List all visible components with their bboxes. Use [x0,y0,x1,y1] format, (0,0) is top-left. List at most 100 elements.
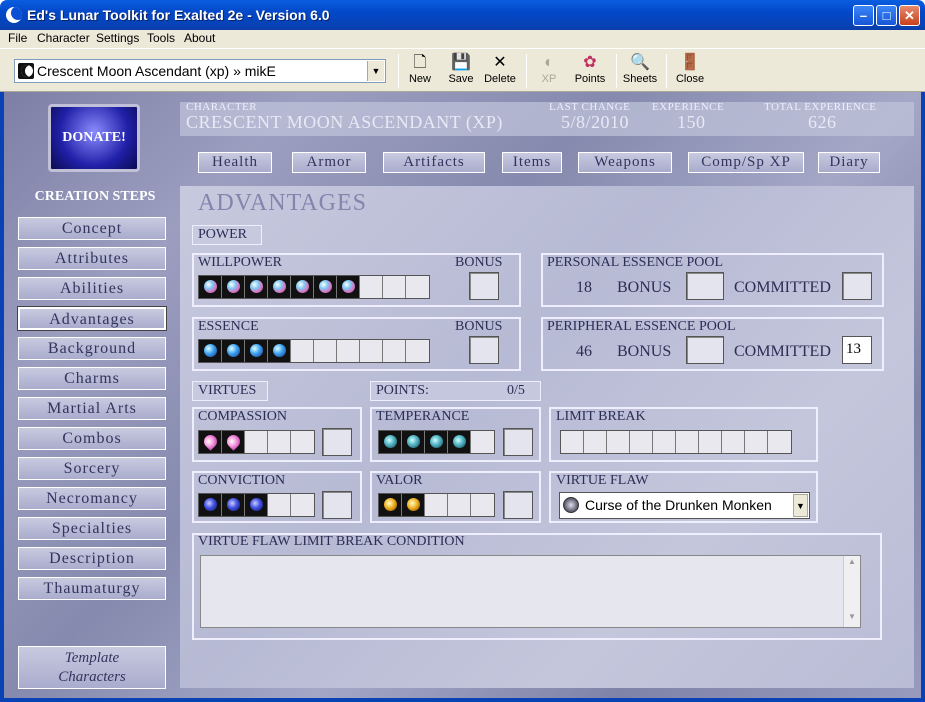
step-thaumaturgy[interactable]: Thaumaturgy [18,577,166,600]
dot-filled[interactable] [199,276,222,298]
menu-about[interactable]: About [184,31,215,45]
dot-empty[interactable] [291,431,314,453]
chevron-down-icon[interactable]: ▼ [367,61,384,81]
menu-settings[interactable]: Settings [96,31,139,45]
dot-empty[interactable] [768,431,791,453]
close-window-button[interactable]: ✕ [899,5,920,26]
dot-filled[interactable] [314,276,337,298]
compassion-extra-field[interactable] [322,428,352,456]
willpower-bonus-field[interactable] [469,272,499,300]
close-button[interactable]: 🚪 Close [674,53,706,89]
step-combos[interactable]: Combos [18,427,166,450]
dot-empty[interactable] [360,276,383,298]
dot-empty[interactable] [471,431,494,453]
dot-empty[interactable] [561,431,584,453]
dot-empty[interactable] [448,494,471,516]
dot-empty[interactable] [653,431,676,453]
dot-empty[interactable] [383,276,406,298]
dot-empty[interactable] [291,340,314,362]
menu-tools[interactable]: Tools [147,31,175,45]
points-button[interactable]: ✿ Points [572,53,608,89]
step-attributes[interactable]: Attributes [18,247,166,270]
dot-filled[interactable] [199,431,222,453]
scroll-up-icon[interactable]: ▲ [845,557,859,571]
dot-empty[interactable] [314,340,337,362]
dot-empty[interactable] [337,340,360,362]
scroll-down-icon[interactable]: ▼ [845,612,859,626]
dot-empty[interactable] [383,340,406,362]
dot-empty[interactable] [245,431,268,453]
conviction-dots[interactable] [198,493,315,517]
dot-empty[interactable] [471,494,494,516]
step-specialties[interactable]: Specialties [18,517,166,540]
dot-filled[interactable] [268,340,291,362]
virtue-flaw-select[interactable]: Curse of the Drunken Monken ▼ [559,492,810,519]
peripheral-committed-field[interactable]: 13 [842,336,872,364]
dot-filled[interactable] [425,431,448,453]
step-background[interactable]: Background [18,337,166,360]
personal-committed-field[interactable] [842,272,872,300]
donate-button[interactable]: DONATE! [48,104,140,172]
step-concept[interactable]: Concept [18,217,166,240]
dot-filled[interactable] [379,431,402,453]
dot-empty[interactable] [722,431,745,453]
valor-dots[interactable] [378,493,495,517]
dot-filled[interactable] [291,276,314,298]
dot-empty[interactable] [607,431,630,453]
save-button[interactable]: 💾 Save [444,53,478,89]
nav-comp-sp-xp[interactable]: Comp/Sp XP [688,152,804,173]
dot-filled[interactable] [268,276,291,298]
dot-filled[interactable] [379,494,402,516]
sheets-button[interactable]: 🔍 Sheets [622,53,658,89]
conviction-extra-field[interactable] [322,491,352,519]
nav-items[interactable]: Items [502,152,562,173]
limit-break-dots[interactable] [560,430,792,454]
dot-empty[interactable] [406,340,429,362]
dot-empty[interactable] [630,431,653,453]
dot-empty[interactable] [699,431,722,453]
dot-empty[interactable] [745,431,768,453]
nav-armor[interactable]: Armor [292,152,366,173]
nav-weapons[interactable]: Weapons [578,152,672,173]
nav-health[interactable]: Health [198,152,272,173]
willpower-dots[interactable] [198,275,430,299]
step-necromancy[interactable]: Necromancy [18,487,166,510]
essence-bonus-field[interactable] [469,336,499,364]
step-charms[interactable]: Charms [18,367,166,390]
template-characters-button[interactable]: Template Characters [18,646,166,689]
dot-empty[interactable] [268,494,291,516]
step-sorcery[interactable]: Sorcery [18,457,166,480]
valor-extra-field[interactable] [503,491,533,519]
dot-filled[interactable] [245,494,268,516]
dot-filled[interactable] [199,494,222,516]
dot-filled[interactable] [402,494,425,516]
maximize-button[interactable]: □ [876,5,897,26]
chevron-down-icon[interactable]: ▼ [793,494,808,517]
menu-character[interactable]: Character [37,31,90,45]
peripheral-bonus-field[interactable] [686,336,724,364]
nav-artifacts[interactable]: Artifacts [383,152,485,173]
dot-filled[interactable] [222,494,245,516]
dot-filled[interactable] [448,431,471,453]
dot-empty[interactable] [291,494,314,516]
new-button[interactable]: 🗋 New [404,53,436,89]
dot-empty[interactable] [360,340,383,362]
delete-button[interactable]: ✕ Delete [482,53,518,89]
dot-filled[interactable] [199,340,222,362]
dot-empty[interactable] [268,431,291,453]
dot-filled[interactable] [245,340,268,362]
dot-filled[interactable] [222,276,245,298]
compassion-dots[interactable] [198,430,315,454]
condition-textarea[interactable]: ▲ ▼ [200,555,861,628]
xp-button[interactable]: ◐ XP [534,53,564,89]
temperance-dots[interactable] [378,430,495,454]
dot-filled[interactable] [245,276,268,298]
dot-filled[interactable] [222,431,245,453]
dot-empty[interactable] [584,431,607,453]
condition-scrollbar[interactable]: ▲ ▼ [843,556,860,627]
dot-filled[interactable] [402,431,425,453]
nav-diary[interactable]: Diary [818,152,880,173]
dot-empty[interactable] [406,276,429,298]
step-description[interactable]: Description [18,547,166,570]
dot-filled[interactable] [337,276,360,298]
